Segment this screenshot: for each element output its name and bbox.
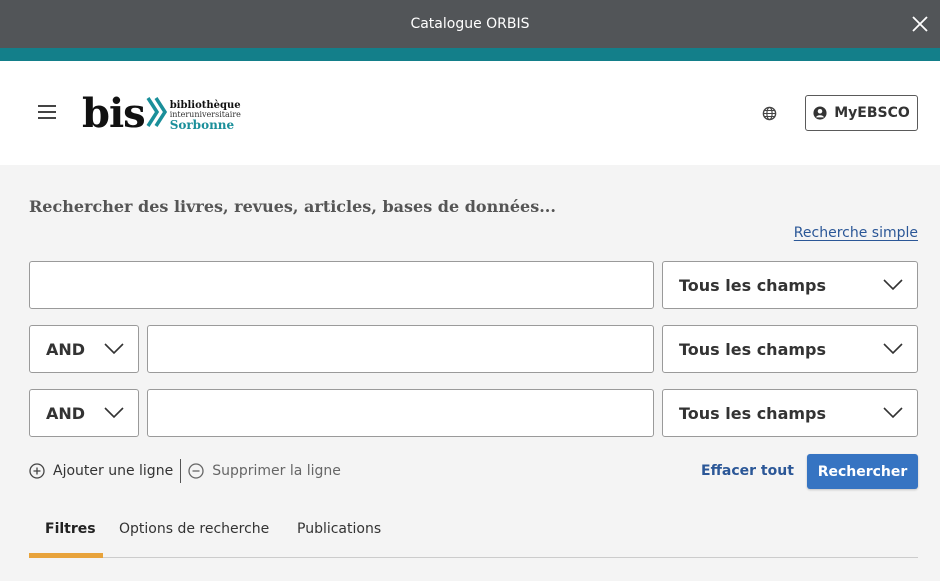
chevron-down-icon — [883, 407, 903, 419]
clear-all-button[interactable]: Effacer tout — [701, 463, 794, 479]
remove-line-button[interactable]: Supprimer la ligne — [188, 463, 341, 479]
field-select-1[interactable]: Tous les champs — [662, 261, 918, 309]
chevron-down-icon — [104, 343, 124, 355]
window-title: Catalogue ORBIS — [410, 16, 530, 32]
search-button[interactable]: Rechercher — [807, 454, 918, 489]
search-prompt: Rechercher des livres, revues, articles,… — [29, 197, 556, 216]
user-icon — [813, 106, 827, 120]
site-header: bis bibliothèque interuniversitaire Sorb… — [0, 61, 940, 165]
operator-select-2[interactable]: AND — [29, 325, 139, 373]
globe-icon[interactable] — [762, 106, 777, 121]
simple-search-link[interactable]: Recherche simple — [794, 225, 918, 241]
myebsco-button[interactable]: MyEBSCO — [805, 95, 918, 131]
logo-chevron-icon — [146, 97, 167, 127]
add-line-label: Ajouter une ligne — [53, 463, 174, 479]
chevron-down-icon — [883, 279, 903, 291]
tabs-divider — [29, 557, 918, 558]
field-select-3[interactable]: Tous les champs — [662, 389, 918, 437]
myebsco-label: MyEBSCO — [834, 105, 910, 121]
minus-circle-icon — [188, 463, 204, 479]
logo-word: bis — [82, 90, 146, 137]
search-input-3[interactable] — [147, 389, 654, 437]
operator-select-3-value: AND — [46, 403, 86, 423]
field-select-3-value: Tous les champs — [679, 403, 827, 423]
chevron-down-icon — [883, 343, 903, 355]
logo-text: bibliothèque interuniversitaire Sorbonne — [170, 101, 241, 133]
logo-line-3: Sorbonne — [169, 118, 235, 132]
close-icon[interactable] — [908, 12, 932, 36]
search-input-1[interactable] — [29, 261, 654, 309]
field-select-2[interactable]: Tous les champs — [662, 325, 918, 373]
tab-filtres[interactable]: Filtres — [45, 521, 96, 537]
library-logo[interactable]: bis bibliothèque interuniversitaire Sorb… — [82, 90, 241, 137]
actions-divider — [180, 459, 182, 483]
field-select-2-value: Tous les champs — [679, 339, 827, 359]
field-select-1-value: Tous les champs — [679, 275, 827, 295]
remove-line-label: Supprimer la ligne — [212, 463, 341, 479]
accent-bar — [0, 48, 940, 61]
window-titlebar: Catalogue ORBIS — [0, 0, 940, 48]
menu-icon[interactable] — [38, 105, 56, 119]
search-input-2[interactable] — [147, 325, 654, 373]
operator-select-3[interactable]: AND — [29, 389, 139, 437]
tab-publications[interactable]: Publications — [297, 521, 381, 537]
add-line-button[interactable]: Ajouter une ligne — [29, 463, 173, 479]
operator-select-2-value: AND — [46, 339, 86, 359]
plus-circle-icon — [29, 463, 45, 479]
active-tab-indicator — [29, 553, 103, 558]
chevron-down-icon — [104, 407, 124, 419]
tab-options-de-recherche[interactable]: Options de recherche — [119, 521, 269, 537]
row-actions: Ajouter une ligne Supprimer la ligne — [29, 459, 341, 483]
